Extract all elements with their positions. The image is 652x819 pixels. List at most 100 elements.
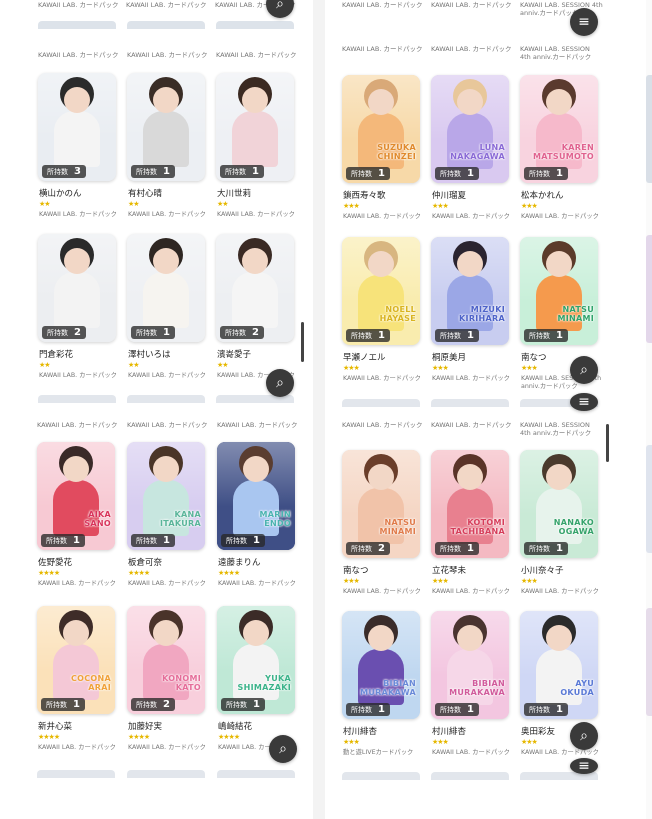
idol-card[interactable]: LUNA NAKAGAWA 所持数 1 [431, 75, 509, 183]
filter-icon: ≡ [578, 394, 590, 410]
rarity-stars: ★★★ [521, 577, 538, 585]
idol-card[interactable]: AIKA SANO 所持数 1 [37, 442, 115, 550]
owned-count-badge: 所持数 2 [346, 542, 390, 555]
idol-card[interactable]: KAREN MATSUMOTO 所持数 1 [520, 75, 598, 183]
idol-figure-body [232, 272, 278, 328]
idol-card[interactable]: SUZUKA CHINZEI 所持数 1 [342, 75, 420, 183]
idol-card[interactable]: KOTOMI TACHIBANA 所持数 1 [431, 450, 509, 558]
card-peek [342, 399, 420, 407]
search-button[interactable]: ⌕ [269, 735, 297, 763]
card-pack-label: KAWAII LAB. カードパック [39, 211, 117, 218]
idol-card[interactable]: 所持数 1 [127, 234, 205, 342]
card-name-overlay-line: KOTOMI [467, 518, 505, 527]
owned-count-badge: 所持数 1 [221, 534, 265, 547]
card-pack-label: KAWAII LAB. カードパック [432, 749, 510, 756]
owned-count-badge: 所持数 1 [131, 165, 175, 178]
idol-card[interactable]: KANA ITAKURA 所持数 1 [127, 442, 205, 550]
idol-card[interactable]: NANAKO OGAWA 所持数 1 [520, 450, 598, 558]
idol-card[interactable]: AYU OKUDA 所持数 1 [520, 611, 598, 719]
card-name-overlay-line: OGAWA [558, 527, 594, 536]
owned-count-badge: 所持数 1 [131, 326, 175, 339]
owned-count: 1 [467, 704, 474, 715]
idol-card[interactable]: BIBIAN MURAKAWA 所持数 1 [342, 611, 420, 719]
idol-card[interactable]: 所持数 3 [38, 73, 116, 181]
idol-card[interactable]: COCONA ARAI 所持数 1 [37, 606, 115, 714]
idol-card[interactable]: NATSU MINAMI 所持数 1 [520, 237, 598, 345]
search-button[interactable]: ⌕ [266, 0, 294, 18]
panel-pack-label: KAWAII LAB. カードパック [342, 421, 423, 429]
idol-figure-head [368, 464, 394, 490]
card-name-overlay-line: HAYASE [379, 314, 416, 323]
rarity-stars: ★★★ [432, 202, 449, 210]
idol-card[interactable]: NOELL HAYASE 所持数 1 [342, 237, 420, 345]
rarity-stars: ★★★ [521, 738, 538, 746]
idol-card[interactable]: MARIN ENDO 所持数 1 [217, 442, 295, 550]
rarity-stars: ★★★ [432, 738, 449, 746]
owned-label: 所持数 [226, 537, 247, 545]
idol-figure-head [546, 251, 572, 277]
idol-card[interactable]: 所持数 1 [216, 73, 294, 181]
owned-label: 所持数 [136, 537, 157, 545]
idol-card[interactable]: YUKA SHIMAZAKI 所持数 1 [217, 606, 295, 714]
panel-pack-label: KAWAII LAB. カードパック [431, 45, 512, 53]
card-pack-label: KAWAII LAB. カードパック [343, 375, 421, 382]
card-name-overlay-line: MURAKAWA [360, 688, 416, 697]
card-name-overlay: NANAKO OGAWA [554, 518, 594, 536]
idol-figure-head [64, 248, 90, 274]
card-pack-label: KAWAII LAB. カードパック [521, 749, 599, 756]
panel-divider [313, 0, 325, 819]
panel-pack-label: KAWAII LAB. カードパック [38, 51, 119, 59]
filter-icon: ≡ [578, 758, 590, 774]
card-pack-label: KAWAII LAB. カードパック [343, 213, 421, 220]
idol-name: 有村心晴 [128, 189, 163, 199]
search-button[interactable]: ⌕ [570, 722, 598, 750]
owned-label: 所持数 [440, 545, 461, 553]
owned-count-badge: 所持数 2 [220, 326, 264, 339]
card-name-overlay-line: MINAMI [557, 314, 594, 323]
idol-card[interactable]: NATSU MINAMI 所持数 2 [342, 450, 420, 558]
card-name-overlay: KONOMI KATO [162, 674, 201, 692]
idol-card[interactable]: KONOMI KATO 所持数 2 [127, 606, 205, 714]
search-icon: ⌕ [276, 375, 284, 391]
idol-card[interactable]: 所持数 1 [127, 73, 205, 181]
idol-name: 加藤好実 [128, 722, 163, 732]
idol-name: 南なつ [521, 353, 547, 363]
idol-card[interactable]: BIBIAN MURAKAWA 所持数 1 [431, 611, 509, 719]
idol-card[interactable]: 所持数 2 [38, 234, 116, 342]
card-pack-label: KAWAII LAB. カードパック [432, 375, 510, 382]
owned-label: 所持数 [440, 170, 461, 178]
idol-card[interactable]: 所持数 2 [216, 234, 294, 342]
filter-button[interactable]: ≡ [570, 393, 598, 411]
rarity-stars: ★★★★ [218, 733, 240, 741]
card-name-overlay-line: SANO [84, 519, 111, 528]
card-peek [342, 772, 420, 780]
owned-count-badge: 所持数 3 [42, 165, 86, 178]
idol-figure-head [243, 456, 269, 482]
card-name-overlay: NATSU MINAMI [557, 305, 594, 323]
filter-button[interactable]: ≡ [570, 758, 598, 774]
card-name-overlay-line: KONOMI [162, 674, 201, 683]
idol-card[interactable]: MIZUKI KIRIHARA 所持数 1 [431, 237, 509, 345]
search-button[interactable]: ⌕ [570, 356, 598, 384]
card-name-overlay: KANA ITAKURA [160, 510, 201, 528]
owned-label: 所持数 [351, 332, 372, 340]
panel-pack-label: KAWAII LAB. カードパック [127, 421, 208, 429]
idol-figure-head [546, 89, 572, 115]
search-icon: ⌕ [276, 0, 284, 12]
scrollbar-thumb[interactable] [606, 424, 609, 462]
card-name-overlay-line: MATSUMOTO [533, 152, 594, 161]
filter-button[interactable]: ≡ [570, 8, 598, 36]
card-peek [38, 21, 116, 29]
card-pack-label: KAWAII LAB. カードパック [343, 588, 421, 595]
scrollbar-thumb[interactable] [301, 322, 304, 362]
owned-count: 1 [556, 543, 563, 554]
rarity-stars: ★★★★ [128, 569, 150, 577]
top-strip-pack-label-left-1: KAWAII LAB. カードパック [38, 1, 119, 9]
search-button[interactable]: ⌕ [266, 369, 294, 397]
rarity-stars: ★★ [128, 361, 140, 369]
search-icon: ⌕ [279, 741, 287, 757]
owned-label: 所持数 [46, 537, 67, 545]
card-name-overlay-line: OKUDA [560, 688, 594, 697]
card-pack-label: KAWAII LAB. カードパック [521, 213, 599, 220]
panel-pack-label: KAWAII LAB. カードパック [431, 421, 512, 429]
